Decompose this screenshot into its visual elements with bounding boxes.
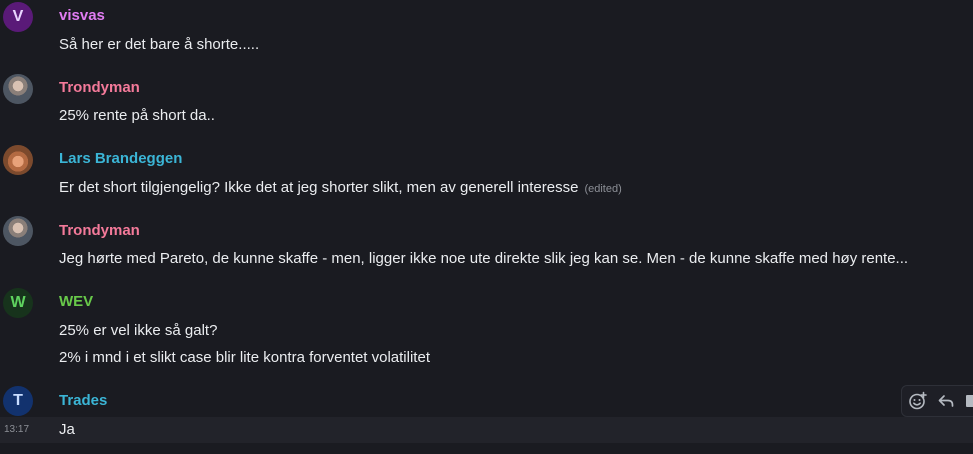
message-text: 25% er vel ikke så galt? bbox=[59, 322, 218, 339]
message-text: Er det short tilgjengelig? Ikke det at j… bbox=[59, 179, 622, 198]
username[interactable]: Trondyman bbox=[59, 79, 140, 97]
username[interactable]: Lars Brandeggen bbox=[59, 150, 182, 168]
reply-icon bbox=[938, 395, 954, 407]
message-text: 25% rente på short da.. bbox=[59, 107, 215, 124]
username[interactable]: WEV bbox=[59, 293, 93, 311]
message-text: Jeg hørte med Pareto, de kunne skaffe - … bbox=[59, 250, 909, 267]
avatar[interactable]: T bbox=[3, 386, 33, 416]
user-photo-avatar[interactable] bbox=[3, 74, 33, 104]
message-text: Ja bbox=[59, 421, 75, 438]
more-button[interactable] bbox=[964, 389, 973, 413]
message-timestamp: 13:17 bbox=[4, 424, 30, 435]
avatar[interactable]: V bbox=[3, 2, 33, 32]
avatar-letter: V bbox=[12, 8, 24, 25]
hovered-message-row[interactable] bbox=[0, 417, 973, 443]
user-photo-avatar[interactable] bbox=[3, 145, 33, 175]
username[interactable]: Trondyman bbox=[59, 222, 140, 240]
username[interactable]: visvas bbox=[59, 7, 105, 25]
user-photo-avatar[interactable] bbox=[3, 216, 33, 246]
avatar[interactable]: W bbox=[3, 288, 33, 318]
message-text: 2% i mnd i et slikt case blir lite kontr… bbox=[59, 349, 430, 366]
edited-label: (edited) bbox=[584, 183, 622, 195]
message-actions-toolbar bbox=[901, 385, 973, 417]
username[interactable]: Trades bbox=[59, 392, 107, 410]
avatar-letter: W bbox=[10, 294, 26, 311]
reply-button[interactable] bbox=[936, 389, 956, 413]
message-body: Er det short tilgjengelig? Ikke det at j… bbox=[59, 179, 579, 196]
avatar-letter: T bbox=[13, 392, 23, 409]
add-reaction-icon bbox=[909, 391, 927, 410]
chat-message-list: V visvas Så her er det bare å shorte....… bbox=[0, 0, 973, 454]
more-icon bbox=[966, 395, 973, 407]
message-text: Så her er det bare å shorte..... bbox=[59, 36, 260, 53]
add-reaction-button[interactable] bbox=[908, 389, 928, 413]
